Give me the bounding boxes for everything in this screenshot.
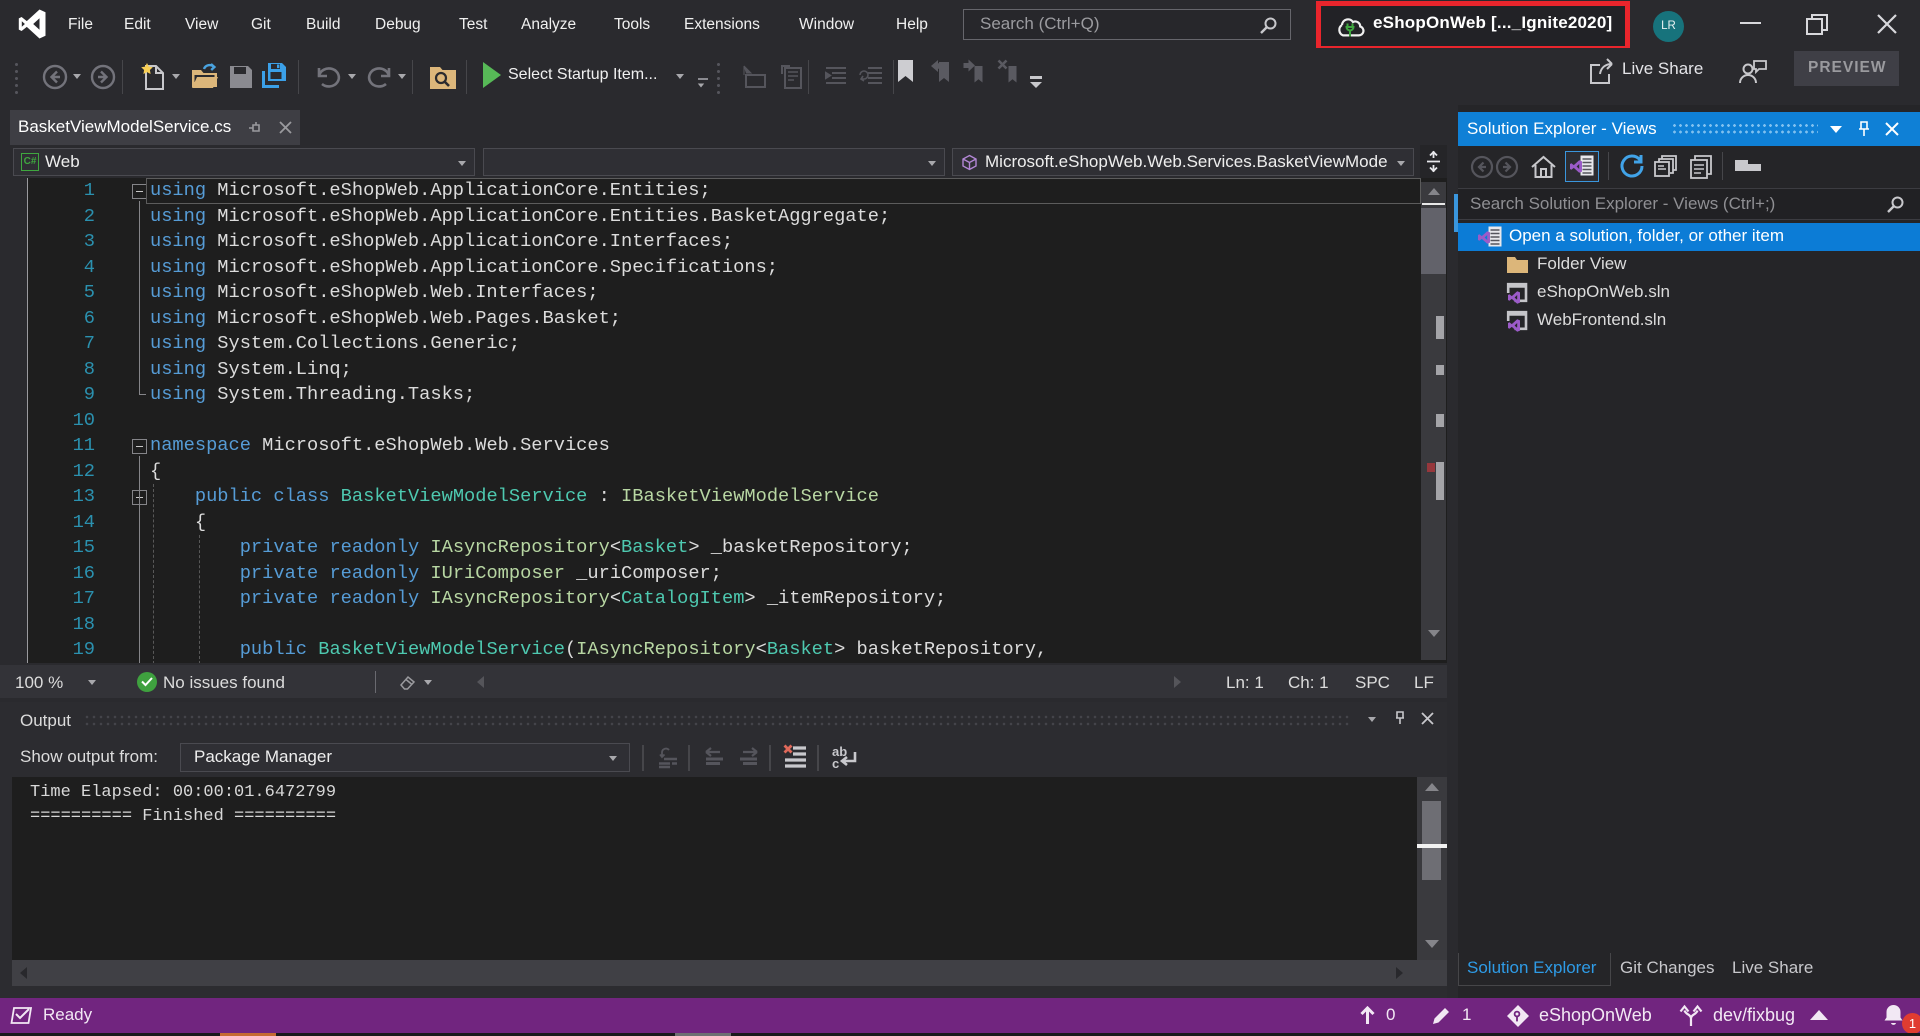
svg-text:c: c — [832, 756, 839, 771]
